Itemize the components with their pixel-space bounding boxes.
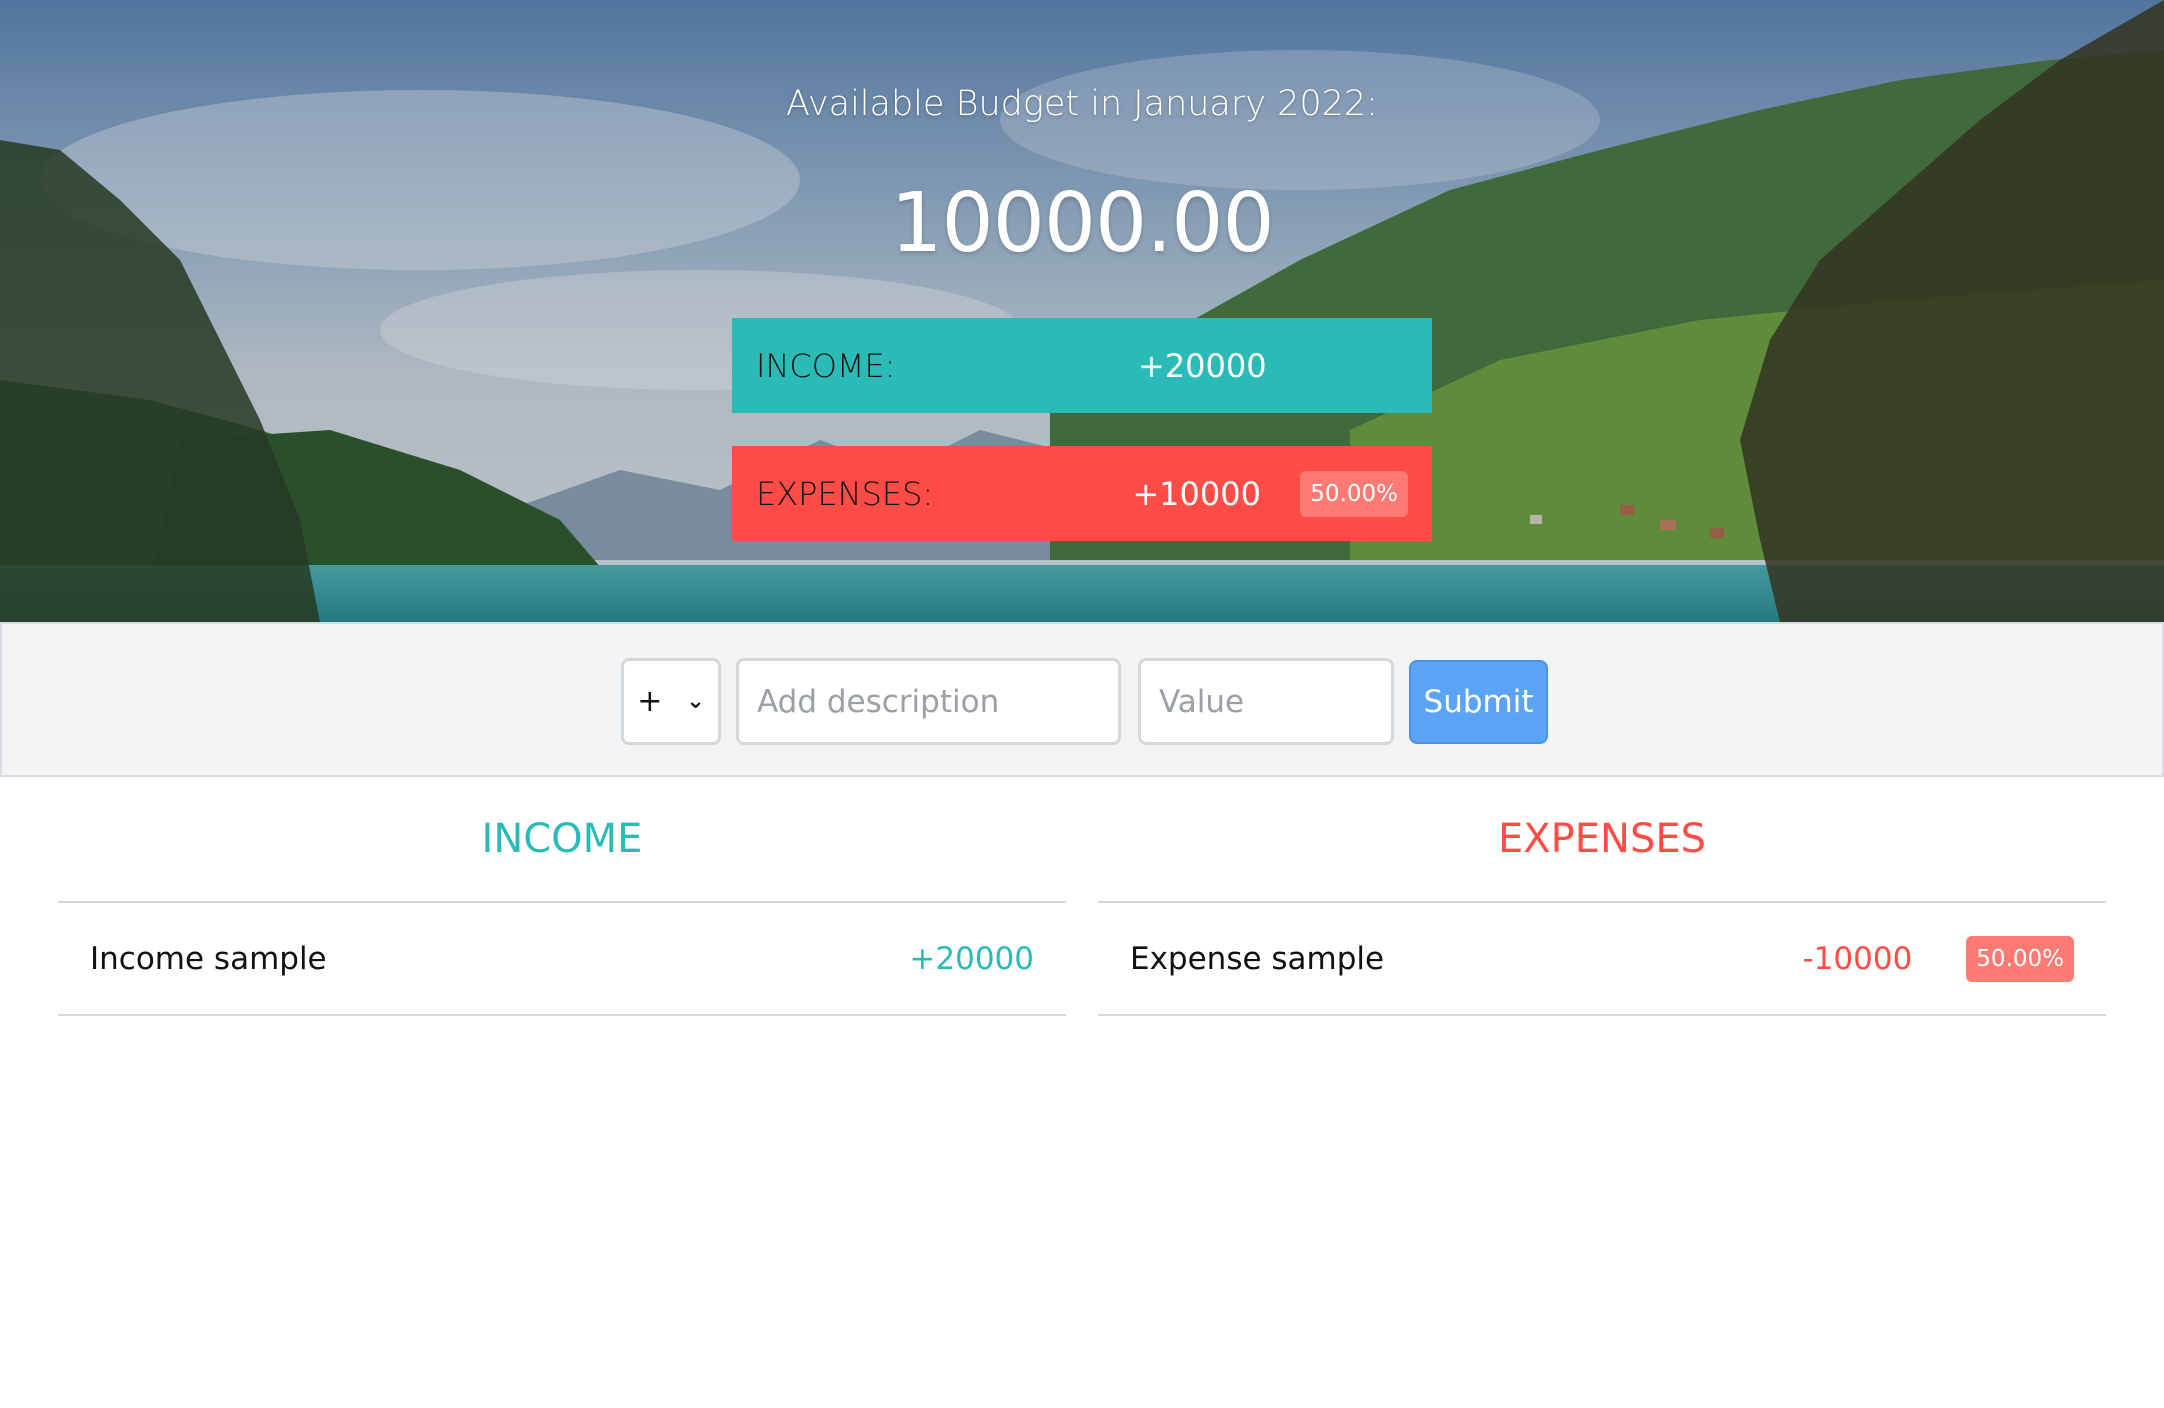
expenses-list: Expenses Expense sample -10000 50.00%	[1098, 777, 2106, 1016]
expenses-summary-value: +10000	[1132, 474, 1261, 513]
expenses-summary: Expenses: +10000 50.00%	[732, 446, 1432, 541]
chevron-down-icon: ⌄	[686, 689, 705, 714]
income-summary-label: Income:	[756, 346, 896, 385]
income-summary: Income: +20000	[732, 318, 1432, 413]
add-item-bar: + ⌄ Submit	[0, 622, 2164, 777]
type-select[interactable]: + ⌄	[621, 658, 721, 745]
list-item[interactable]: Income sample +20000	[58, 903, 1066, 1016]
expenses-percentage-badge: 50.00%	[1300, 470, 1408, 517]
expenses-summary-label: Expenses:	[756, 474, 934, 513]
description-input[interactable]	[736, 658, 1121, 745]
item-description: Income sample	[90, 940, 327, 977]
item-description: Expense sample	[1130, 940, 1385, 977]
list-item[interactable]: Expense sample -10000 50.00%	[1098, 903, 2106, 1016]
item-value: -10000	[1802, 940, 1913, 977]
hero-banner: Available Budget in January 2022: 10000.…	[0, 0, 2164, 622]
item-value: +20000	[909, 940, 1034, 977]
submit-button[interactable]: Submit	[1409, 660, 1548, 744]
income-summary-value: +20000	[1138, 346, 1267, 385]
item-percentage-badge: 50.00%	[1966, 935, 2074, 982]
budget-value: 10000.00	[890, 176, 1274, 271]
type-select-value: +	[637, 684, 663, 719]
value-input[interactable]	[1138, 658, 1394, 745]
income-list: Income Income sample +20000	[58, 777, 1066, 1016]
budget-header: Available Budget in January 2022: 10000.…	[0, 0, 2164, 622]
income-list-heading: Income	[58, 777, 1066, 903]
budget-title: Available Budget in January 2022:	[786, 84, 1378, 124]
expenses-list-heading: Expenses	[1098, 777, 2106, 903]
